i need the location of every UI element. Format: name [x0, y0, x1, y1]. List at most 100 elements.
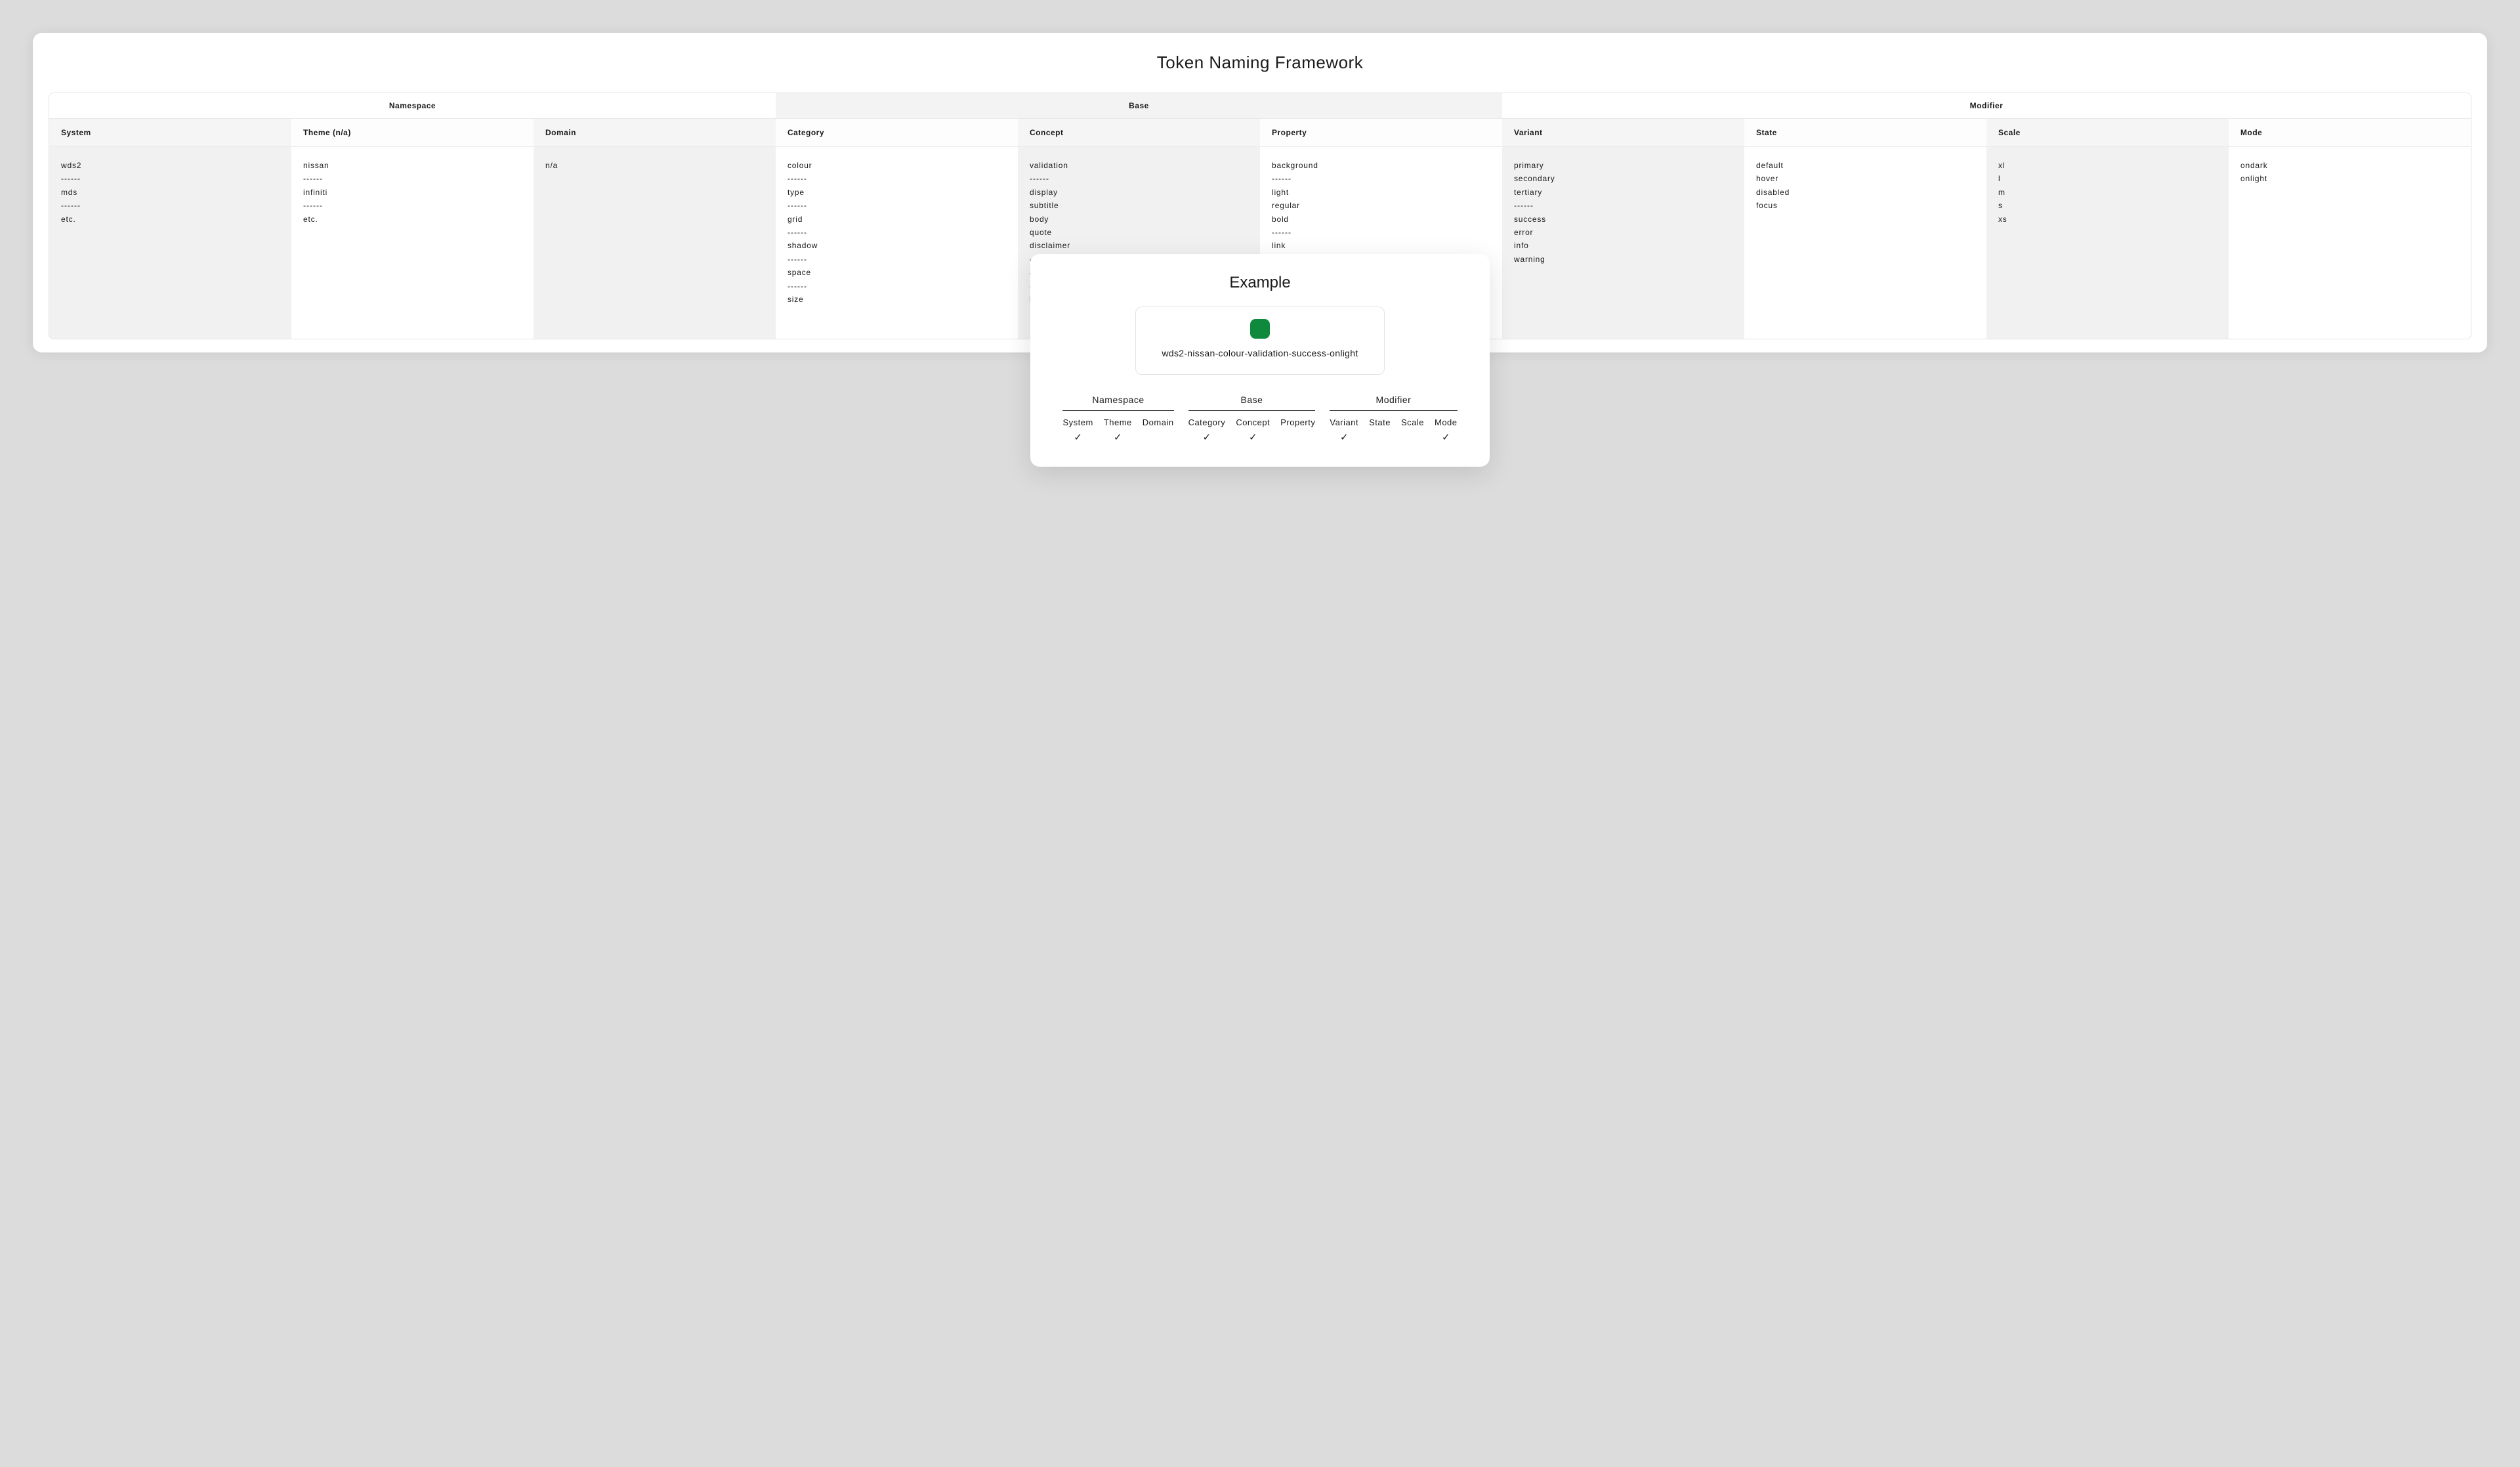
breakdown-group: BaseCategory✓Concept✓Property — [1188, 394, 1316, 443]
breakdown-group-label: Namespace — [1062, 394, 1173, 411]
token-value: xs — [1998, 213, 2217, 226]
check-icon — [1401, 431, 1424, 443]
separator: ------ — [1514, 199, 1732, 212]
column-header-row: SystemTheme (n/a)DomainCategoryConceptPr… — [49, 119, 2471, 147]
column-body: wds2------mds------etc. — [49, 147, 291, 339]
page-title: Token Naming Framework — [49, 53, 2471, 73]
breakdown-part: Mode ✓ — [1435, 417, 1458, 443]
example-token-text: wds2-nissan-colour-validation-success-on… — [1156, 348, 1364, 358]
token-value: xl — [1998, 159, 2217, 172]
token-value: onlight — [2240, 172, 2459, 185]
token-value: shadow — [788, 239, 1006, 252]
check-icon — [1280, 431, 1315, 443]
token-value: disclaimer — [1030, 239, 1248, 252]
breakdown-group: NamespaceSystem✓Theme✓Domain — [1062, 394, 1173, 443]
column-header: Domain — [534, 119, 776, 146]
column-header: Scale — [1986, 119, 2229, 146]
column-header: Property — [1260, 119, 1502, 146]
color-swatch — [1250, 319, 1270, 339]
token-value: s — [1998, 199, 2217, 212]
token-value: size — [788, 293, 1006, 306]
group-header-base: Base — [776, 93, 1502, 118]
token-value: nissan — [303, 159, 522, 172]
breakdown-part-label: System — [1062, 417, 1093, 427]
token-value: tertiary — [1514, 186, 1732, 199]
column-body: xllmsxs — [1986, 147, 2229, 339]
check-icon: ✓ — [1188, 431, 1226, 443]
breakdown-part-label: Scale — [1401, 417, 1424, 427]
column-header: Theme (n/a) — [291, 119, 534, 146]
separator: ------ — [1272, 226, 1490, 239]
breakdown-part-label: Category — [1188, 417, 1226, 427]
breakdown-part: Variant✓ — [1330, 417, 1358, 443]
token-value: n/a — [545, 159, 764, 172]
token-value: warning — [1514, 253, 1732, 266]
column-header: Concept — [1018, 119, 1260, 146]
group-header-row: Namespace Base Modifier — [49, 93, 2471, 119]
breakdown-part: Theme✓ — [1104, 417, 1132, 443]
token-value: subtitle — [1030, 199, 1248, 212]
separator: ------ — [788, 226, 1006, 239]
group-header-modifier: Modifier — [1502, 93, 2471, 118]
breakdown-group-label: Base — [1188, 394, 1316, 411]
column-body: colour------type------grid------shadow--… — [776, 147, 1018, 339]
token-value: regular — [1272, 199, 1490, 212]
check-icon: ✓ — [1330, 431, 1358, 443]
token-value: display — [1030, 186, 1248, 199]
breakdown-part-label: Property — [1280, 417, 1315, 427]
breakdown-part: Scale — [1401, 417, 1424, 443]
token-value: wds2 — [61, 159, 280, 172]
column-body: primarysecondarytertiary------successerr… — [1502, 147, 1744, 339]
breakdown-part-label: State — [1369, 417, 1391, 427]
check-icon: ✓ — [1435, 431, 1458, 443]
example-token-box: wds2-nissan-colour-validation-success-on… — [1135, 307, 1385, 375]
token-value: info — [1514, 239, 1732, 252]
breakdown-part: State — [1369, 417, 1391, 443]
check-icon: ✓ — [1062, 431, 1093, 443]
breakdown-parts: Category✓Concept✓Property — [1188, 417, 1316, 443]
separator: ------ — [788, 253, 1006, 266]
token-value: grid — [788, 213, 1006, 226]
token-value: mds — [61, 186, 280, 199]
token-value: focus — [1756, 199, 1975, 212]
token-value: ondark — [2240, 159, 2459, 172]
separator: ------ — [788, 199, 1006, 212]
separator: ------ — [1272, 172, 1490, 185]
example-breakdown: NamespaceSystem✓Theme✓DomainBaseCategory… — [1057, 394, 1463, 443]
column-header: Variant — [1502, 119, 1744, 146]
example-title: Example — [1057, 274, 1463, 292]
token-value: link — [1272, 239, 1490, 252]
breakdown-parts: Variant✓ State Scale Mode ✓ — [1330, 417, 1457, 443]
separator: ------ — [303, 172, 522, 185]
breakdown-part: Property — [1280, 417, 1315, 443]
breakdown-part: System ✓ — [1062, 417, 1093, 443]
token-value: quote — [1030, 226, 1248, 239]
check-icon: ✓ — [1104, 431, 1132, 443]
column-header: System — [49, 119, 291, 146]
breakdown-group: Modifier Variant✓ State Scale Mode ✓ — [1330, 394, 1457, 443]
token-value: body — [1030, 213, 1248, 226]
token-value: disabled — [1756, 186, 1975, 199]
column-header: Mode — [2229, 119, 2471, 146]
separator: ------ — [1030, 172, 1248, 185]
column-header: State — [1744, 119, 1986, 146]
column-body: ondarkonlight — [2229, 147, 2471, 339]
token-value: background — [1272, 159, 1490, 172]
separator: ------ — [61, 199, 280, 212]
column-body: n/a — [534, 147, 776, 339]
token-value: etc. — [303, 213, 522, 226]
column-body: defaulthoverdisabledfocus — [1744, 147, 1986, 339]
breakdown-group-label: Modifier — [1330, 394, 1457, 411]
token-value: type — [788, 186, 1006, 199]
separator: ------ — [303, 199, 522, 212]
breakdown-part-label: Concept — [1236, 417, 1270, 427]
token-value: primary — [1514, 159, 1732, 172]
group-header-namespace: Namespace — [49, 93, 776, 118]
token-value: light — [1272, 186, 1490, 199]
check-icon — [1143, 431, 1174, 443]
token-value: bold — [1272, 213, 1490, 226]
token-value: success — [1514, 213, 1732, 226]
separator: ------ — [788, 280, 1006, 293]
breakdown-part-label: Mode — [1435, 417, 1458, 427]
separator: ------ — [788, 172, 1006, 185]
